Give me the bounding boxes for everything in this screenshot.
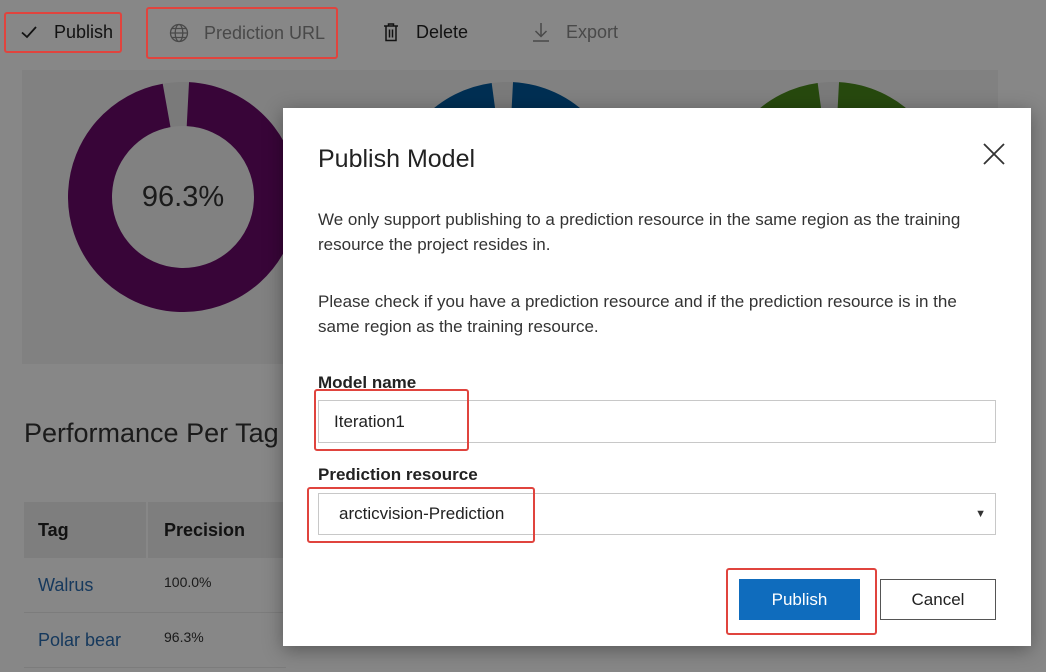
publish-button[interactable]: Publish (739, 579, 860, 620)
dialog-description-check: Please check if you have a prediction re… (318, 292, 957, 336)
prediction-resource-label: Prediction resource (318, 465, 478, 484)
model-name-input[interactable] (318, 400, 996, 443)
dialog-title: Publish Model (318, 145, 476, 173)
prediction-resource-select[interactable]: arcticvision-Prediction ▼ (318, 493, 996, 535)
close-button[interactable] (981, 142, 1007, 168)
dialog-description-region: We only support publishing to a predicti… (318, 210, 961, 254)
publish-model-dialog: Publish Model We only support publishing… (283, 108, 1031, 646)
close-icon (982, 143, 1006, 169)
chevron-down-icon: ▼ (975, 508, 986, 520)
cancel-button[interactable]: Cancel (880, 579, 996, 620)
prediction-resource-value: arcticvision-Prediction (339, 504, 505, 523)
model-name-label: Model name (318, 373, 417, 392)
